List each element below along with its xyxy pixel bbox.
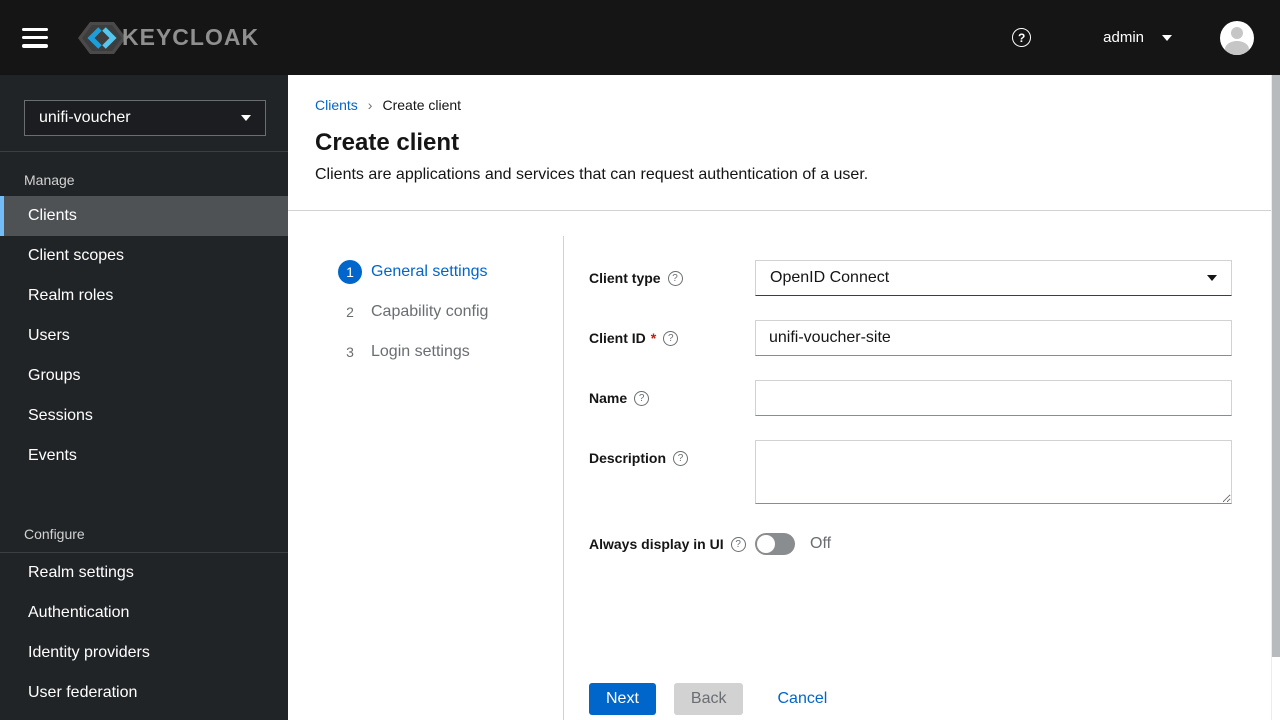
always-display-label: Always display in UI (589, 536, 724, 552)
breadcrumb-separator-icon: › (367, 97, 373, 113)
keycloak-logo: KEYCLOAK (76, 18, 259, 58)
name-label: Name (589, 390, 628, 406)
section-title-configure: Configure (0, 506, 288, 553)
sidebar-item-realm-settings[interactable]: Realm settings (0, 553, 288, 593)
help-icon[interactable]: ? (663, 331, 679, 346)
description-label: Description (589, 450, 667, 466)
wizard-step-capability-config[interactable]: 2 Capability config (338, 300, 563, 324)
user-menu[interactable]: admin (1103, 29, 1172, 46)
sidebar-item-sessions[interactable]: Sessions (0, 396, 288, 436)
toggle-handle-icon (757, 535, 775, 553)
breadcrumb-clients-link[interactable]: Clients (315, 97, 358, 113)
always-display-toggle[interactable] (755, 533, 795, 555)
realm-selector[interactable]: unifi-voucher (24, 100, 266, 136)
masthead: KEYCLOAK ? admin (0, 0, 1280, 75)
required-asterisk: * (650, 330, 657, 346)
sidebar-item-identity-providers[interactable]: Identity providers (0, 633, 288, 673)
step-label: Login settings (371, 343, 470, 360)
step-number: 1 (338, 260, 362, 284)
realm-name: unifi-voucher (39, 109, 131, 126)
section-title-manage: Manage (24, 172, 75, 188)
name-input[interactable] (755, 380, 1232, 416)
cancel-button[interactable]: Cancel (777, 683, 827, 715)
description-textarea[interactable] (755, 440, 1232, 504)
user-name: admin (1103, 29, 1144, 46)
help-icon[interactable]: ? (667, 271, 683, 286)
nav-toggle-hamburger-icon[interactable] (22, 27, 48, 48)
avatar[interactable] (1220, 20, 1254, 55)
client-type-label: Client type (589, 270, 661, 286)
client-id-label: Client ID (589, 330, 646, 346)
sidebar-item-client-scopes[interactable]: Client scopes (0, 236, 288, 276)
next-button[interactable]: Next (589, 683, 656, 715)
sidebar-item-events[interactable]: Events (0, 436, 288, 476)
breadcrumb-current: Create client (382, 97, 462, 113)
product-name: KEYCLOAK (122, 24, 260, 50)
scrollbar-thumb[interactable] (1272, 75, 1280, 657)
help-icon[interactable]: ? (634, 391, 650, 406)
page-header: Clients › Create client Create client Cl… (288, 75, 1280, 210)
sidebar-item-user-federation[interactable]: User federation (0, 673, 288, 713)
breadcrumb: Clients › Create client (315, 97, 1253, 113)
page-title: Create client (315, 129, 460, 156)
sidebar-item-users[interactable]: Users (0, 316, 288, 356)
step-label: Capability config (371, 303, 489, 320)
sidebar-item-groups[interactable]: Groups (0, 356, 288, 396)
client-type-select[interactable]: OpenID Connect (755, 260, 1232, 296)
step-number: 2 (346, 304, 354, 320)
wizard-step-general-settings[interactable]: 1 General settings (338, 260, 563, 284)
create-client-wizard: 1 General settings 2 Capability config 3… (288, 211, 1280, 720)
scrollbar-track[interactable] (1271, 75, 1280, 720)
back-button[interactable]: Back (673, 683, 744, 715)
help-icon[interactable]: ? (673, 451, 689, 466)
sidebar: unifi-voucher Manage Clients Client scop… (0, 75, 288, 720)
client-id-input[interactable] (755, 320, 1232, 356)
wizard-step-login-settings[interactable]: 3 Login settings (338, 340, 563, 364)
page-subtitle: Clients are applications and services th… (315, 166, 869, 183)
sidebar-item-clients[interactable]: Clients (0, 196, 288, 236)
chevron-down-icon (241, 115, 251, 121)
chevron-down-icon (1207, 275, 1217, 281)
step-number: 3 (346, 344, 354, 360)
sidebar-item-authentication[interactable]: Authentication (0, 593, 288, 633)
sidebar-item-realm-roles[interactable]: Realm roles (0, 276, 288, 316)
help-icon[interactable]: ? (1012, 28, 1032, 47)
chevron-down-icon (1162, 34, 1172, 41)
main-content: Clients › Create client Create client Cl… (288, 75, 1280, 720)
always-display-state: Off (810, 535, 832, 552)
help-icon[interactable]: ? (730, 537, 746, 552)
wizard-footer: Next Back Cancel (589, 683, 827, 715)
client-type-value: OpenID Connect (770, 269, 890, 286)
general-settings-form: Client type ? OpenID Connect Client ID *… (563, 211, 1280, 720)
wizard-steps: 1 General settings 2 Capability config 3… (288, 211, 563, 720)
step-label: General settings (371, 263, 488, 280)
keycloak-logo-icon (76, 18, 128, 58)
